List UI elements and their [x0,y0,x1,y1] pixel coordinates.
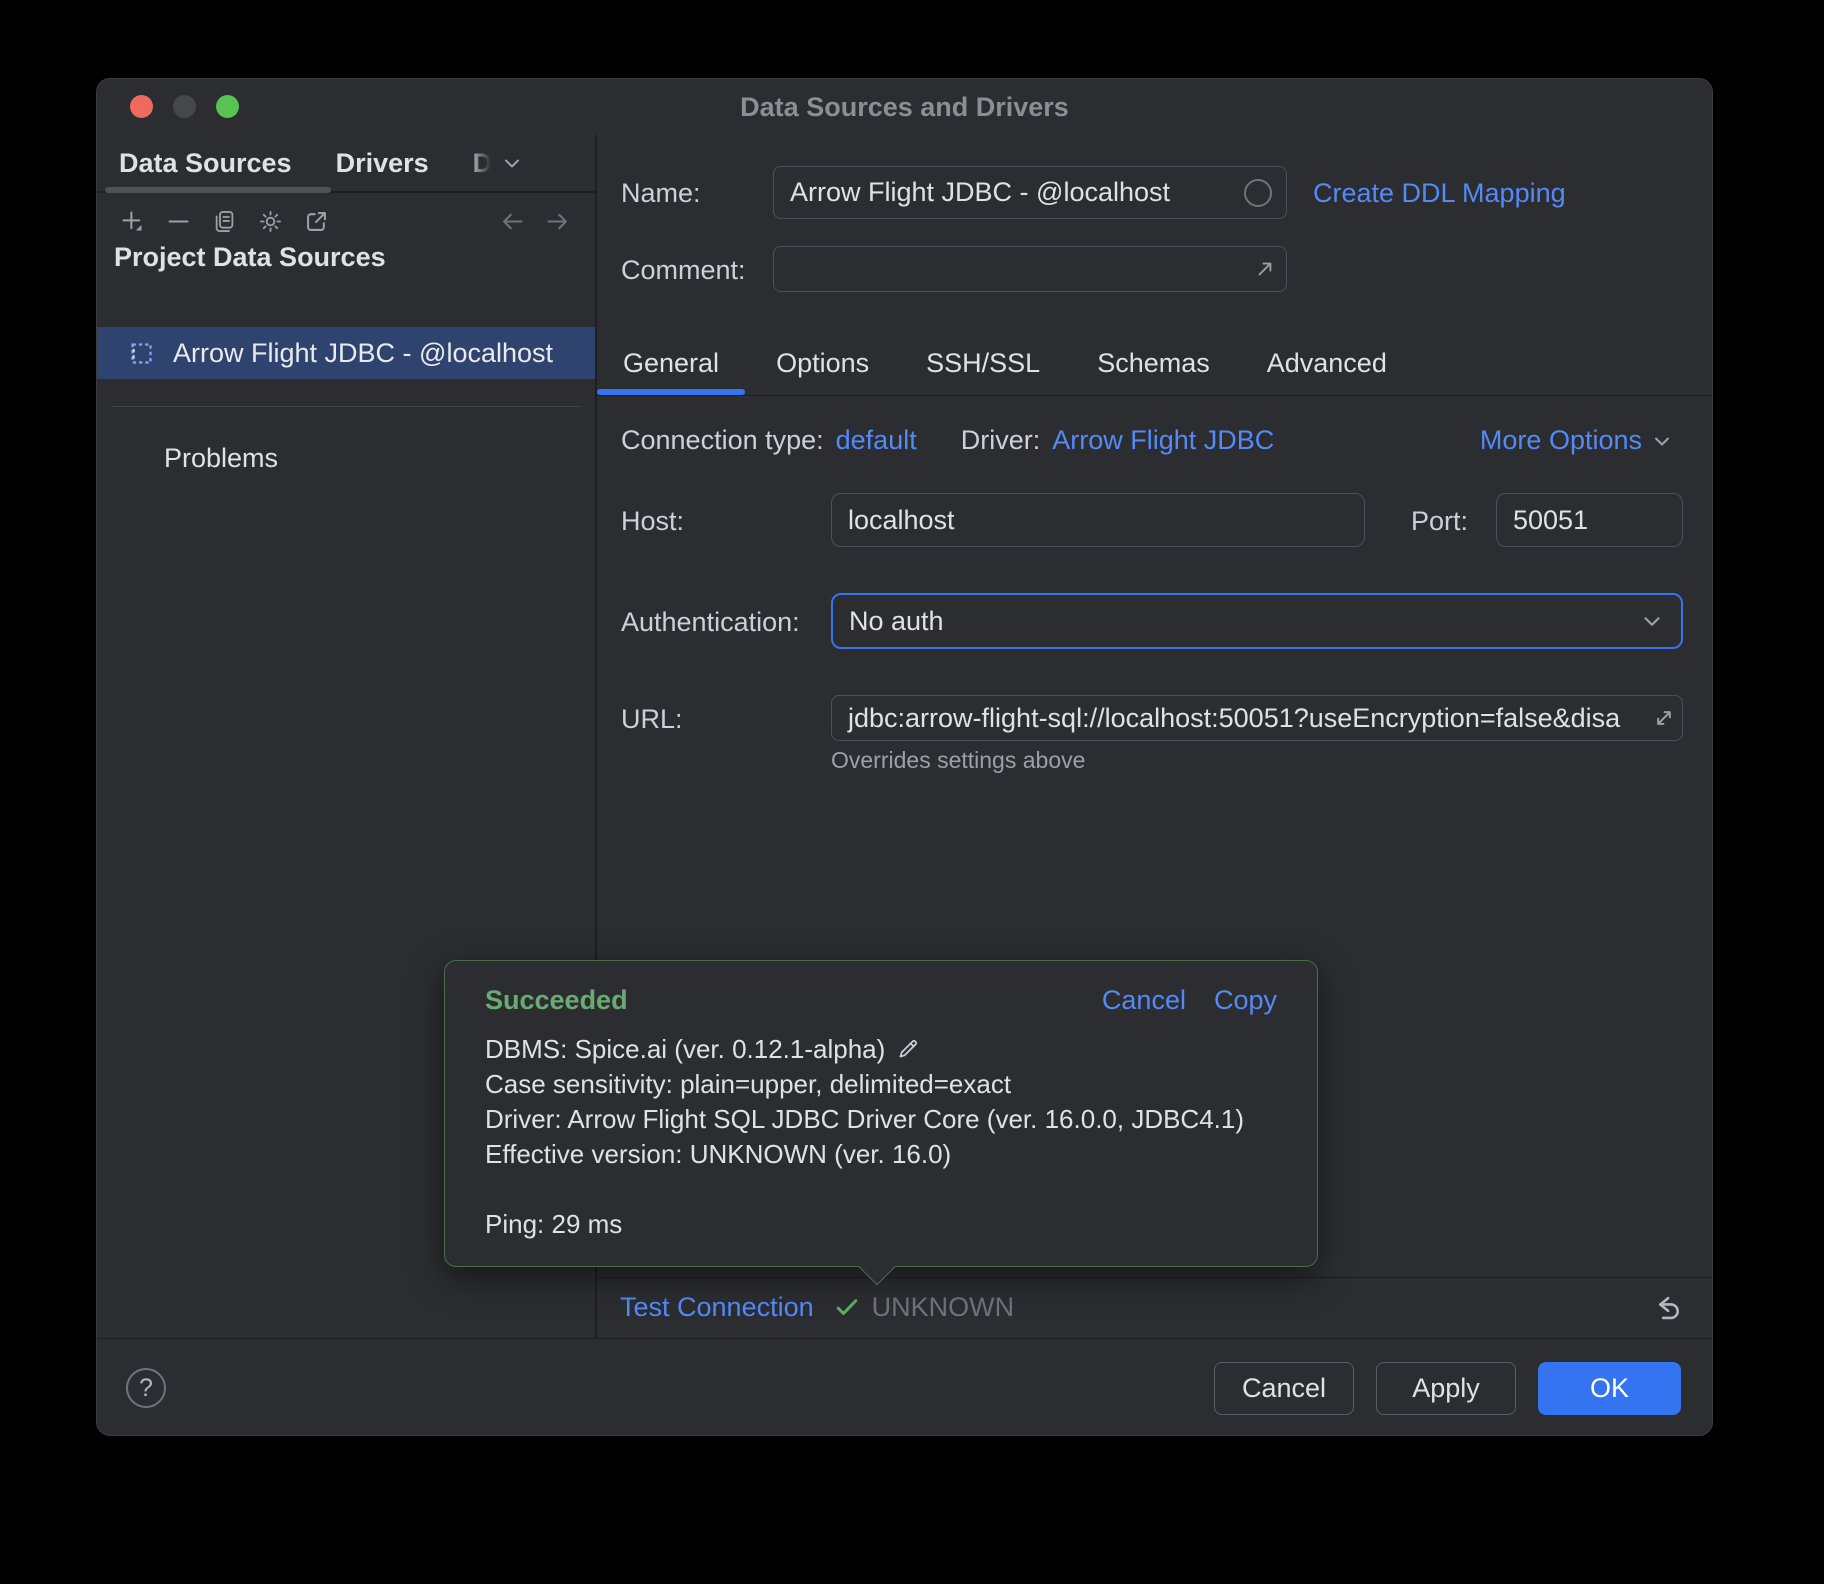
back-arrow-icon[interactable] [499,208,526,235]
tabs-divider [595,395,1713,396]
active-tab-underline [105,187,331,193]
duplicate-icon[interactable] [211,208,238,235]
port-label: Port: [1411,506,1468,537]
titlebar: Data Sources and Drivers [97,79,1712,135]
tab-ddl-truncated[interactable]: D [473,148,493,179]
sidebar-toolbar [97,195,595,247]
window-title: Data Sources and Drivers [97,92,1712,123]
connection-type-row: Connection type: default Driver: Arrow F… [621,425,1274,456]
problems-label: Problems [164,443,278,474]
popup-body: DBMS: Spice.ai (ver. 0.12.1-alpha) Case … [485,1032,1277,1242]
help-button[interactable]: ? [126,1368,166,1408]
url-input[interactable]: jdbc:arrow-flight-sql://localhost:50051?… [831,695,1683,741]
host-label: Host: [621,506,684,537]
popup-copy-link[interactable]: Copy [1214,985,1277,1016]
remove-icon[interactable] [165,208,192,235]
settings-tabs: General Options SSH/SSL Schemas Advanced [597,331,1413,395]
progress-spinner-icon [1244,179,1272,207]
datasource-item-label: Arrow Flight JDBC - @localhost [173,338,553,369]
name-value: Arrow Flight JDBC - @localhost [790,177,1170,208]
desktop-background: Data Sources and Drivers Data Sources Dr… [0,0,1824,1584]
url-hint: Overrides settings above [831,747,1085,774]
popup-version-line: Effective version: UNKNOWN (ver. 16.0) [485,1137,1277,1172]
name-label: Name: [621,178,701,209]
gear-icon[interactable] [257,208,284,235]
sidebar-item-problems[interactable]: Problems [97,435,595,481]
sidebar-tab-strip: Data Sources Drivers D [97,135,595,193]
popup-driver-line: Driver: Arrow Flight SQL JDBC Driver Cor… [485,1102,1277,1137]
export-icon[interactable] [303,208,330,235]
data-sources-dialog: Data Sources and Drivers Data Sources Dr… [96,78,1713,1436]
create-ddl-mapping-link[interactable]: Create DDL Mapping [1313,178,1566,209]
authentication-dropdown[interactable]: No auth [831,593,1683,649]
connection-type-label: Connection type: [621,425,824,456]
ok-button[interactable]: OK [1538,1362,1681,1415]
project-data-sources-header: Project Data Sources [114,242,386,273]
connection-type-value-link[interactable]: default [836,425,917,456]
host-value: localhost [848,505,955,536]
help-label: ? [139,1374,153,1403]
driver-value-link[interactable]: Arrow Flight JDBC [1052,425,1274,456]
popup-header: Succeeded Cancel Copy [485,985,1277,1016]
arrow-flight-datasource-icon [128,340,155,367]
more-options-link[interactable]: More Options [1480,425,1674,456]
test-connection-link[interactable]: Test Connection [620,1292,814,1323]
popup-status: Succeeded [485,985,628,1016]
url-label: URL: [621,704,683,735]
url-value: jdbc:arrow-flight-sql://localhost:50051?… [848,703,1620,734]
chevron-down-icon [1639,608,1665,634]
tab-ssh-ssl[interactable]: SSH/SSL [900,331,1066,395]
test-connection-row: Test Connection UNKNOWN [620,1279,1014,1335]
add-icon[interactable] [119,208,146,235]
authentication-label: Authentication: [621,607,800,638]
expand-comment-icon[interactable] [1252,256,1278,282]
tab-options[interactable]: Options [750,331,895,395]
tab-general[interactable]: General [597,331,745,395]
chevron-down-icon[interactable] [498,150,525,177]
history-nav [499,208,571,235]
cancel-button[interactable]: Cancel [1214,1362,1354,1415]
test-status-text: UNKNOWN [872,1292,1015,1323]
comment-input[interactable] [773,246,1287,292]
name-input[interactable]: Arrow Flight JDBC - @localhost [773,166,1287,219]
footer-buttons: Cancel Apply OK [1214,1362,1681,1415]
port-input[interactable]: 50051 [1496,493,1683,547]
tab-drivers[interactable]: Drivers [336,148,429,179]
popup-dbms-line: DBMS: Spice.ai (ver. 0.12.1-alpha) [485,1032,1277,1067]
host-input[interactable]: localhost [831,493,1365,547]
sidebar-item-arrow-flight-jdbc[interactable]: Arrow Flight JDBC - @localhost [97,327,595,379]
test-connection-popup: Succeeded Cancel Copy DBMS: Spice.ai (ve… [444,960,1318,1267]
apply-button[interactable]: Apply [1376,1362,1516,1415]
more-options-label: More Options [1480,425,1642,456]
tab-advanced[interactable]: Advanced [1241,331,1413,395]
edit-pencil-icon[interactable] [895,1036,921,1062]
success-check-icon [832,1292,862,1322]
chevron-down-icon [1650,429,1674,453]
sidebar-divider [111,406,581,407]
popup-cancel-link[interactable]: Cancel [1102,985,1186,1016]
popup-ping-line: Ping: 29 ms [485,1207,1277,1242]
authentication-value: No auth [849,606,944,637]
tab-data-sources[interactable]: Data Sources [119,148,292,179]
driver-label: Driver: [961,425,1041,456]
forward-arrow-icon[interactable] [544,208,571,235]
expand-url-icon[interactable] [1650,704,1678,732]
comment-label: Comment: [621,255,746,286]
popup-case-line: Case sensitivity: plain=upper, delimited… [485,1067,1277,1102]
test-row-divider [595,1277,1713,1278]
footer-divider [97,1338,1713,1339]
revert-icon[interactable] [1649,1291,1683,1325]
port-value: 50051 [1513,505,1588,536]
tab-schemas[interactable]: Schemas [1071,331,1236,395]
